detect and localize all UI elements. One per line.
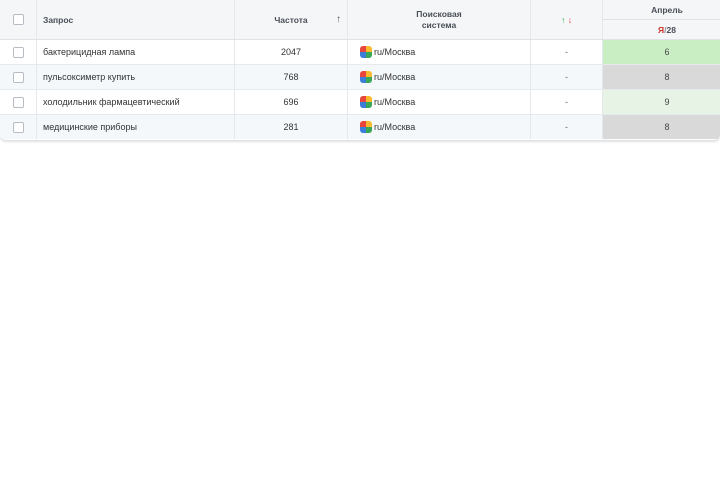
row-checkbox-cell: [0, 64, 37, 90]
search-engine-cell: ru/Москва: [347, 39, 531, 65]
change-down-icon: ↓: [567, 14, 572, 25]
table-row[interactable]: пульсоксиметр купить 768 ru/Москва - 8: [0, 64, 720, 90]
column-header-change[interactable]: ↑ ↓: [530, 0, 603, 40]
row-checkbox[interactable]: [12, 121, 24, 133]
depth-label: 28: [666, 24, 676, 35]
google-yandex-logo-icon: [360, 71, 372, 83]
position-cell: 8: [602, 64, 720, 90]
column-header-query-label: Запрос: [43, 14, 74, 25]
search-engine-region: ru/Москва: [374, 97, 416, 107]
search-engine-cell: ru/Москва: [347, 89, 531, 115]
change-cell: -: [530, 89, 603, 115]
row-checkbox[interactable]: [12, 46, 24, 58]
position-cell: 6: [602, 39, 720, 65]
frequency-cell: 2047: [234, 39, 348, 65]
row-checkbox[interactable]: [12, 71, 24, 83]
google-yandex-logo-icon: [360, 96, 372, 108]
frequency-cell: 696: [234, 89, 348, 115]
table-row[interactable]: медицинские приборы 281 ru/Москва - 8: [0, 114, 720, 139]
change-cell: -: [530, 114, 603, 139]
search-engine-cell: ru/Москва: [347, 64, 531, 90]
search-engine-region: ru/Москва: [374, 122, 416, 132]
positions-table: Запрос Частота ↑ Поисковая система ↑ ↓ А…: [0, 0, 720, 139]
select-all-checkbox[interactable]: [12, 14, 24, 26]
query-cell: пульсоксиметр купить: [36, 64, 235, 90]
table-row[interactable]: бактерицидная лампа 2047 ru/Москва - 6: [0, 39, 720, 65]
month-label: Апрель: [651, 4, 683, 15]
column-header-engine-depth[interactable]: Я/28: [602, 19, 720, 40]
search-engine-cell: ru/Москва: [347, 114, 531, 139]
change-cell: -: [530, 64, 603, 90]
column-header-frequency-label: Частота: [274, 14, 308, 25]
sort-arrow-icon[interactable]: ↑: [336, 14, 341, 25]
column-header-frequency[interactable]: Частота ↑: [234, 0, 348, 40]
row-checkbox-cell: [0, 114, 37, 139]
row-checkbox-cell: [0, 39, 37, 65]
column-header-search-engine-line2: система: [421, 19, 457, 30]
google-yandex-logo-icon: [360, 46, 372, 58]
column-header-month: Апрель: [602, 0, 720, 20]
change-cell: -: [530, 39, 603, 65]
select-all-cell: [0, 0, 37, 40]
frequency-cell: 768: [234, 64, 348, 90]
frequency-cell: 281: [234, 114, 348, 139]
table-row[interactable]: холодильник фармацевтический 696 ru/Моск…: [0, 89, 720, 115]
query-cell: холодильник фармацевтический: [36, 89, 235, 115]
column-header-search-engine[interactable]: Поисковая система: [347, 0, 531, 40]
positions-table-panel: Запрос Частота ↑ Поисковая система ↑ ↓ А…: [0, 0, 720, 141]
column-header-query[interactable]: Запрос: [36, 0, 235, 40]
position-cell: 8: [602, 114, 720, 139]
row-checkbox-cell: [0, 89, 37, 115]
query-cell: бактерицидная лампа: [36, 39, 235, 65]
search-engine-region: ru/Москва: [374, 72, 416, 82]
position-cell: 9: [602, 89, 720, 115]
google-yandex-logo-icon: [360, 121, 372, 133]
search-engine-region: ru/Москва: [374, 47, 416, 57]
query-cell: медицинские приборы: [36, 114, 235, 139]
column-header-search-engine-line1: Поисковая: [416, 8, 462, 19]
row-checkbox[interactable]: [12, 96, 24, 108]
change-up-icon: ↑: [561, 14, 566, 25]
